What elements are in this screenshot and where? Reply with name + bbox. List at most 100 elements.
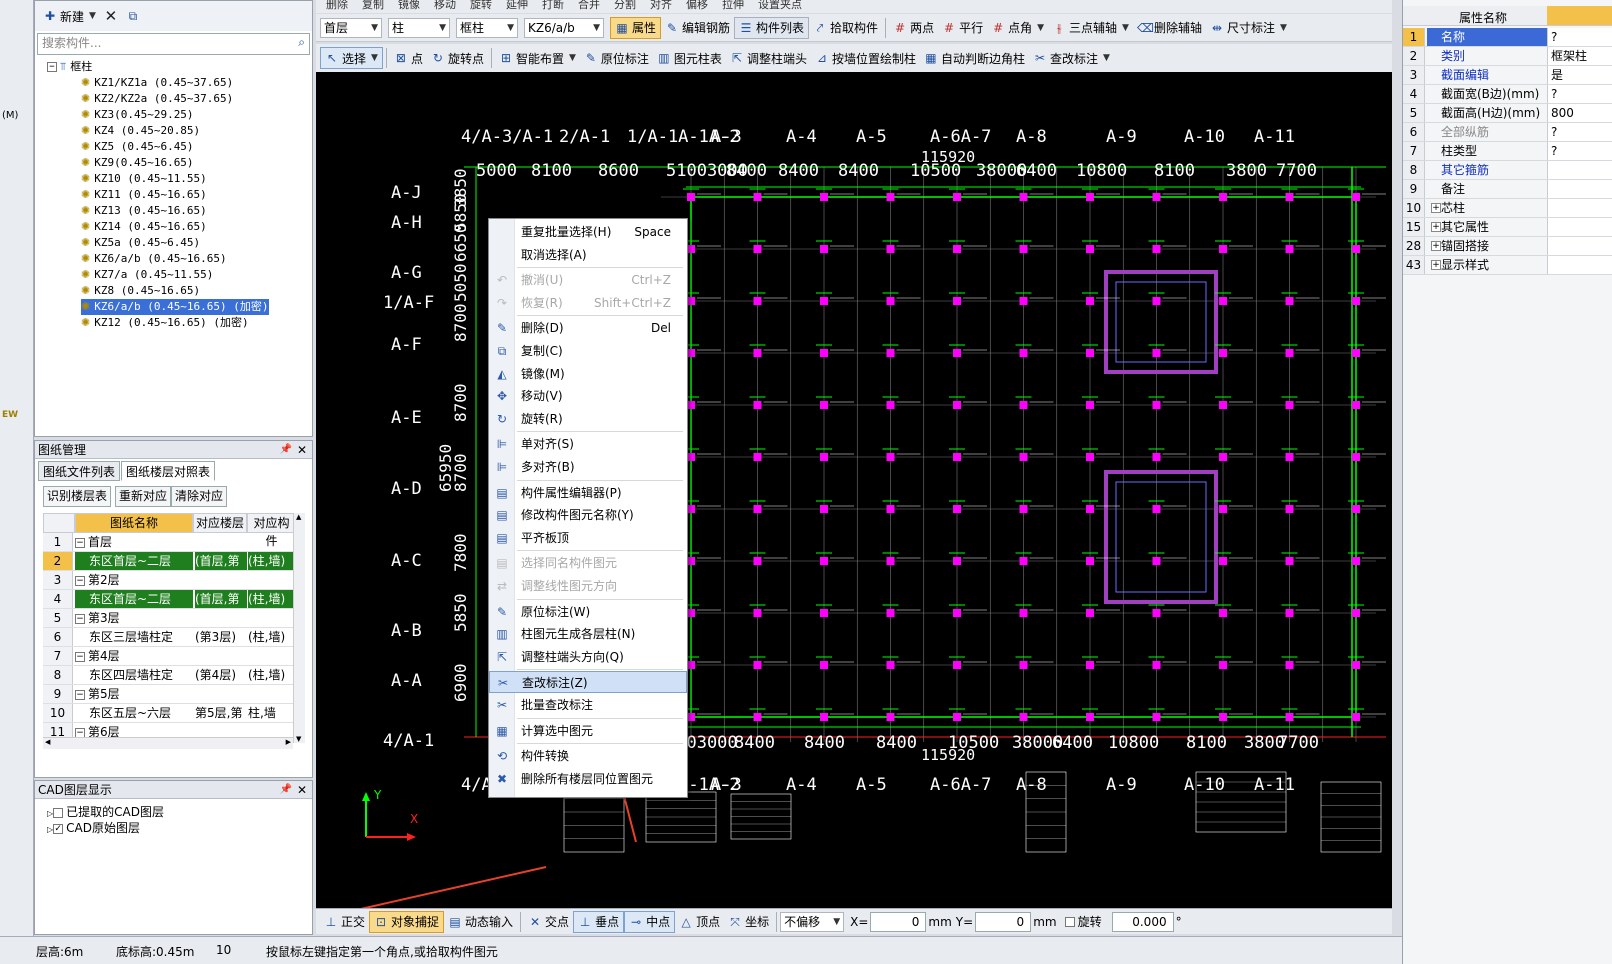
table-row[interactable]: 10 东区五层~六层 第5层,第 柱,墙 [43, 704, 296, 723]
horizontal-scrollbar[interactable]: ◀ ▶ [43, 737, 293, 749]
layer-original[interactable]: ▷✓ CAD原始图层 [47, 819, 140, 836]
tree-item[interactable]: ✺ KZ13 (0.45~16.65) [81, 203, 207, 219]
point-angle-button[interactable]: # 点角 ▼ [987, 17, 1048, 39]
mid-snap-toggle[interactable]: ⊸ 中点 [624, 910, 676, 933]
table-row[interactable]: 5− 第3层 [43, 609, 296, 628]
tree-item[interactable]: ✺ KZ7/a (0.45~11.55) [81, 267, 213, 283]
property-row[interactable]: 6 全部纵筋? [1403, 123, 1612, 142]
subtype-select[interactable]: 框柱 ▼ [456, 17, 518, 38]
edit-tool-button[interactable]: 合并 [578, 0, 600, 10]
property-value[interactable]: ? [1547, 85, 1612, 103]
property-value[interactable] [1547, 256, 1612, 274]
menu-item[interactable]: ▤ 平齐板顶 [489, 527, 687, 549]
point-button[interactable]: ⊠ 点 [390, 47, 427, 69]
edit-tool-button[interactable]: 延伸 [506, 0, 528, 10]
tree-item[interactable]: ✺ KZ8 (0.45~16.65) [81, 283, 200, 299]
vertex-snap-toggle[interactable]: △ 顶点 [675, 911, 724, 933]
cad-canvas[interactable]: 4/A-3/A-1 2/A-1 1/A-1A-1A-2 A-3 A-4 A-5 A-6A-7… [316, 72, 1392, 908]
menu-item[interactable]: ✖ 删除所有楼层同位置图元 [489, 768, 687, 790]
edit-tool-button[interactable]: 镜像 [398, 0, 420, 10]
property-row[interactable]: 9 备注 [1403, 180, 1612, 199]
expand-icon[interactable]: + [1431, 203, 1441, 213]
type-select[interactable]: 柱 ▼ [388, 17, 450, 38]
property-value[interactable] [1547, 180, 1612, 198]
elem-table-button[interactable]: ▥ 图元柱表 [653, 47, 726, 69]
property-row[interactable]: 7 柱类型? [1403, 142, 1612, 161]
table-row[interactable]: 7− 第4层 [43, 647, 296, 666]
intersect-snap-toggle[interactable]: ✕ 交点 [524, 911, 573, 933]
select-button[interactable]: ↖ 选择 ▼ [320, 47, 383, 69]
edit-tool-button[interactable]: 设置夹点 [758, 0, 802, 10]
table-row[interactable]: 2 东区首层~二层 (首层,第 (柱,墙) [43, 552, 296, 571]
menu-item[interactable]: ▤ 构件属性编辑器(P) [489, 482, 687, 504]
close-icon[interactable]: ✕ [297, 781, 307, 799]
new-button[interactable]: ✚ 新建 ▼ [39, 5, 100, 27]
property-value[interactable]: 框架柱 [1547, 47, 1612, 65]
expand-icon[interactable]: + [1431, 241, 1441, 251]
identify-floor-table-button[interactable]: 识别楼层表 [43, 486, 112, 507]
tree-item[interactable]: ✺ KZ6/a/b (0.45~16.65) (加密) [81, 299, 269, 315]
tree-root[interactable]: − ⫪ 框柱 [47, 59, 92, 75]
offset-mode-select[interactable]: 不偏移 ▼ [780, 911, 845, 932]
table-row[interactable]: 1− 首层 [43, 533, 296, 552]
table-row[interactable]: 9− 第5层 [43, 685, 296, 704]
tab-drawing-file-list[interactable]: 图纸文件列表 [38, 461, 121, 481]
edit-tool-button[interactable]: 打断 [542, 0, 564, 10]
check-mark-button[interactable]: ✂ 查改标注 ▼ [1029, 47, 1114, 69]
col-header-name[interactable]: 图纸名称 [75, 513, 193, 533]
table-row[interactable]: 8 东区四层墙柱定 (第4层) (柱,墙) [43, 666, 296, 685]
property-value[interactable] [1547, 161, 1612, 179]
checkbox-extracted[interactable] [53, 807, 64, 818]
menu-item[interactable]: ⇄ 调整线性图元方向 [489, 575, 687, 597]
tree-item[interactable]: ✺ KZ1/KZ1a (0.45~37.65) [81, 75, 233, 91]
tree-item[interactable]: ✺ KZ14 (0.45~16.65) [81, 219, 207, 235]
coord-snap-toggle[interactable]: ⤧ 坐标 [724, 911, 773, 933]
edit-rebar-button[interactable]: ✎ 编辑钢筋 [661, 17, 734, 39]
col-header-floor[interactable]: 对应楼层 [193, 513, 247, 533]
adjust-end-button[interactable]: ⇱ 调整柱端头 [726, 47, 811, 69]
table-row[interactable]: 6 东区三层墙柱定 (第3层) (柱,墙) [43, 628, 296, 647]
rotate-checkbox[interactable] [1064, 916, 1075, 927]
property-row[interactable]: 4 截面宽(B边)(mm)? [1403, 85, 1612, 104]
property-value[interactable] [1547, 199, 1612, 217]
dimension-button[interactable]: ⇹ 尺寸标注 ▼ [1206, 17, 1291, 39]
tab-floor-mapping[interactable]: 图纸楼层对照表 [121, 461, 216, 481]
table-row[interactable]: 4 东区首层~二层 (首层,第 (柱,墙) [43, 590, 296, 609]
ortho-toggle[interactable]: ⊥ 正交 [320, 911, 369, 933]
attribute-button[interactable]: ▦ 属性 [610, 16, 662, 39]
tree-item[interactable]: ✺ KZ11 (0.45~16.65) [81, 187, 207, 203]
menu-item[interactable]: ⧉ 复制(C) [489, 340, 687, 362]
menu-item[interactable]: 重复批量选择(H) Space [489, 221, 687, 243]
table-row[interactable]: 3− 第2层 [43, 571, 296, 590]
menu-item[interactable]: ▤ 选择同名构件图元 [489, 552, 687, 574]
search-input[interactable]: 搜索构件... ⌕ [37, 33, 310, 55]
edit-tool-button[interactable]: 删除 [326, 0, 348, 10]
menu-item[interactable]: ⇱ 调整柱端头方向(Q) [489, 646, 687, 668]
draw-by-wall-button[interactable]: ⊿ 按墙位置绘制柱 [811, 47, 920, 69]
edit-tool-button[interactable]: 偏移 [686, 0, 708, 10]
property-row[interactable]: 1 名称? [1403, 28, 1612, 47]
pin-icon[interactable]: 📌 [280, 781, 292, 799]
pick-component-button[interactable]: ⤤ 拾取构件 [809, 17, 882, 39]
three-point-aux-button[interactable]: ⫳ 三点辅轴 ▼ [1048, 17, 1133, 39]
property-value[interactable]: ? [1547, 142, 1612, 160]
remap-button[interactable]: 重新对应 [115, 486, 172, 507]
menu-item[interactable]: ⊫ 多对齐(B) [489, 456, 687, 478]
tree-item[interactable]: ✺ KZ10 (0.45~11.55) [81, 171, 207, 187]
menu-item[interactable]: ✎ 原位标注(W) [489, 601, 687, 623]
tree-item[interactable]: ✺ KZ2/KZ2a (0.45~37.65) [81, 91, 233, 107]
menu-item[interactable]: ▦ 计算选中图元 [489, 720, 687, 742]
menu-item[interactable]: 取消选择(A) [489, 244, 687, 266]
component-list-button[interactable]: ☰ 构件列表 [734, 16, 810, 39]
menu-item[interactable]: ✎ 删除(D) Del [489, 317, 687, 339]
menu-item[interactable]: ↷ 恢复(R) Shift+Ctrl+Z [489, 292, 687, 314]
rotate-point-button[interactable]: ↻ 旋转点 [427, 47, 488, 69]
edit-tool-button[interactable]: 分割 [614, 0, 636, 10]
property-value[interactable]: ? [1547, 28, 1612, 46]
property-value[interactable]: 是 [1547, 66, 1612, 84]
parallel-button[interactable]: # 平行 [938, 17, 987, 39]
clear-mapping-button[interactable]: 清除对应 [171, 486, 228, 507]
checkbox-original[interactable]: ✓ [53, 823, 64, 834]
property-row[interactable]: 15 + 其它属性 [1403, 218, 1612, 237]
menu-item[interactable]: ✥ 移动(V) [489, 385, 687, 407]
